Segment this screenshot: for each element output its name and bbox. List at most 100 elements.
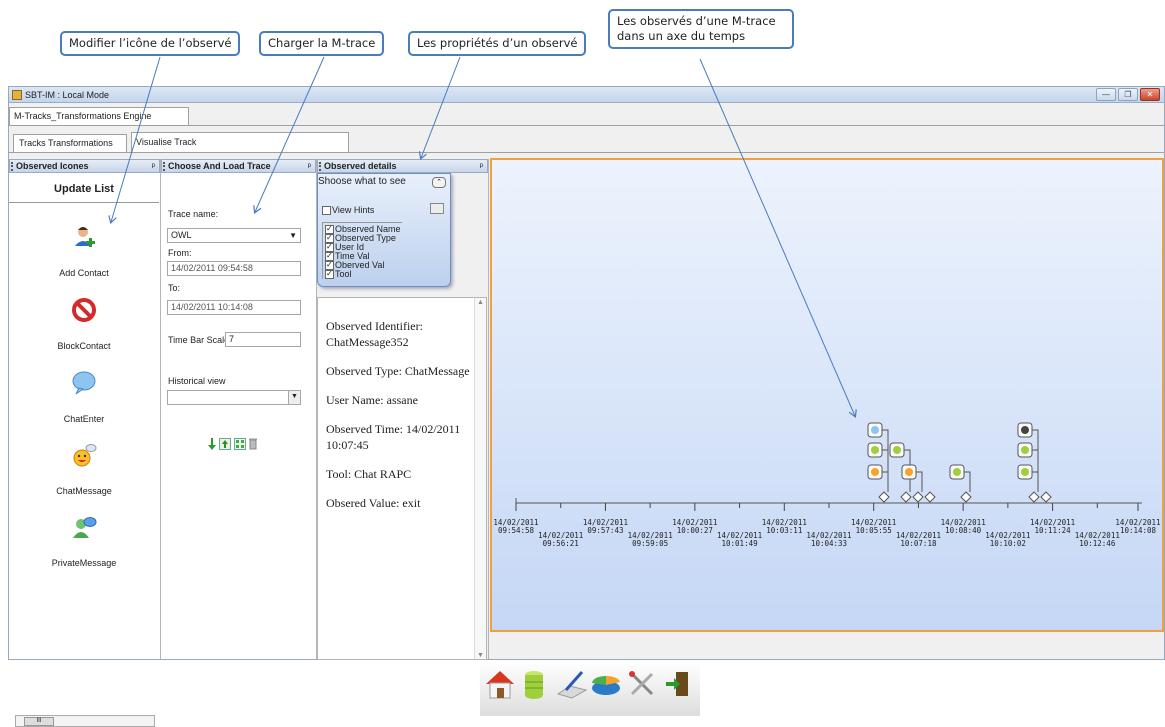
detail-value: Obsered Value: exit <box>326 496 421 510</box>
timeline-canvas[interactable]: 14/02/2011 09:54:58 14/02/2011 09:56:21 14/0… <box>490 158 1164 632</box>
grip-icon <box>11 162 13 171</box>
time-bar-scale-label: Time Bar Scale: <box>168 335 232 345</box>
timeline-tick-time: 10:00:27 <box>677 526 713 535</box>
timeline-tick-time: 09:54:58 <box>498 526 535 535</box>
view-hints-button[interactable] <box>430 203 444 214</box>
chart-icon[interactable] <box>590 668 622 700</box>
tools-icon[interactable] <box>626 668 658 700</box>
horizontal-scrollbar[interactable]: III <box>15 715 155 727</box>
observed-item-label: ChatEnter <box>63 414 105 424</box>
chat-bubble-icon <box>72 371 96 395</box>
observed-icons-panel: Observed Icones ᵖ Update List Add Contac… <box>9 159 161 727</box>
title-bar: SBT-IM : Local Mode — ❐ ✕ <box>9 87 1164 103</box>
chevron-down-icon: ▼ <box>288 391 300 404</box>
observed-item-label: ChatMessage <box>56 486 112 496</box>
option-tool[interactable]: Tool <box>325 269 402 279</box>
upload-icon[interactable] <box>219 438 231 450</box>
callout-load-trace: Charger la M-trace <box>259 31 385 56</box>
event-diamond[interactable] <box>900 491 912 503</box>
timeline-tick-time: 10:10:02 <box>990 539 1026 548</box>
scrollbar-thumb[interactable]: III <box>24 717 54 726</box>
detail-tool: Tool: Chat RAPC <box>326 467 412 481</box>
subtabs-divider <box>9 152 1164 153</box>
grip-icon <box>319 162 321 171</box>
timeline-svg: 14/02/201109:54:5814/02/201109:56:2114/0… <box>493 422 1161 548</box>
event-diamond[interactable] <box>912 491 924 503</box>
timeline-tick-time: 10:14:08 <box>1120 526 1157 535</box>
close-button[interactable]: ✕ <box>1140 88 1160 101</box>
observed-icons-header: Observed Icones ᵖ <box>9 159 160 173</box>
event-diamond[interactable] <box>1028 491 1040 503</box>
pin-icon[interactable]: ᵖ <box>152 160 155 172</box>
view-hints-checkbox[interactable]: View Hints <box>322 206 374 215</box>
pin-icon[interactable]: ᵖ <box>308 160 311 172</box>
timeline-tick-time: 10:05:55 <box>856 526 892 535</box>
event-diamond[interactable] <box>924 491 936 503</box>
trace-actions <box>208 438 257 450</box>
timeline-tick-time: 10:04:33 <box>811 539 847 548</box>
grid-icon[interactable] <box>234 438 246 450</box>
scroll-up-icon[interactable]: ▲ <box>475 298 486 306</box>
observed-item-chat-enter[interactable]: ChatEnter <box>9 370 159 424</box>
laptop-icon <box>953 468 961 476</box>
tab-tracks-transformations[interactable]: Tracks Transformations <box>13 134 127 152</box>
timeline-tick-time: 09:56:21 <box>543 539 579 548</box>
timeline-tick-time: 10:03:11 <box>766 526 802 535</box>
add-contact-icon <box>75 227 95 247</box>
exit-door-icon[interactable] <box>662 668 694 700</box>
private-message-icon <box>73 517 97 538</box>
to-field[interactable]: 14/02/2011 10:14:08 <box>167 300 301 315</box>
smile-icon <box>871 468 879 476</box>
event-diamond[interactable] <box>960 491 972 503</box>
from-label: From: <box>168 248 192 258</box>
laptop-icon <box>1021 468 1029 476</box>
observed-item-add-contact[interactable]: Add Contact <box>9 224 159 278</box>
tab-visualise-track[interactable]: Visualise Track <box>131 132 349 152</box>
chat-icon <box>871 426 879 434</box>
window-title: SBT-IM : Local Mode <box>25 90 110 100</box>
delete-icon[interactable] <box>249 438 257 450</box>
laptop-icon <box>871 446 879 454</box>
event-diamond[interactable] <box>1040 491 1052 503</box>
minimize-button[interactable]: — <box>1096 88 1116 101</box>
timeline-tick-time: 10:08:40 <box>945 526 982 535</box>
chooser-title: Shoose what to see <box>318 176 406 187</box>
time-bar-scale-input[interactable]: 7 <box>225 332 301 347</box>
historical-view-select[interactable]: ▼ <box>167 390 301 405</box>
observed-details-header: Observed details ᵖ <box>317 159 488 173</box>
observed-icons-title: Observed Icones <box>16 161 89 171</box>
event-connector <box>882 449 889 492</box>
database-icon[interactable] <box>520 668 552 700</box>
home-icon[interactable] <box>484 668 516 700</box>
to-label: To: <box>168 283 181 293</box>
block-icon <box>1021 426 1029 434</box>
event-connector <box>882 471 889 492</box>
vertical-scrollbar[interactable]: ▲ ▼ <box>474 298 486 659</box>
edit-icon[interactable] <box>556 668 588 700</box>
update-list-button[interactable]: Update List <box>9 175 159 203</box>
pin-icon[interactable]: ᵖ <box>480 160 483 172</box>
details-content: Observed Identifier: ChatMessage352 Obse… <box>317 297 487 660</box>
event-diamond[interactable] <box>878 491 890 503</box>
event-connector <box>1032 471 1039 492</box>
from-field[interactable]: 14/02/2011 09:54:58 <box>167 261 301 276</box>
observed-item-block-contact[interactable]: BlockContact <box>9 297 159 351</box>
timeline-tick-time: 10:07:18 <box>900 539 937 548</box>
timeline-tick-time: 10:12:46 <box>1079 539 1116 548</box>
laptop-icon <box>1021 446 1029 454</box>
callout-timeline-line1: Les observés d’une M-trace <box>617 14 776 28</box>
observed-item-label: PrivateMessage <box>51 558 117 568</box>
options-list: Observed Name Observed Type User Id Time… <box>322 222 402 279</box>
observed-details-title: Observed details <box>324 161 397 171</box>
tab-engine[interactable]: M-Tracks_Transformations Engine <box>9 107 189 125</box>
maximize-button[interactable]: ❐ <box>1118 88 1138 101</box>
detail-user: User Name: assane <box>326 393 418 407</box>
trace-name-select[interactable]: OWL ▼ <box>167 228 301 243</box>
tabs-divider <box>9 125 1164 126</box>
collapse-icon[interactable]: ⌃ <box>432 177 446 188</box>
observed-item-private-message[interactable]: PrivateMessage <box>9 514 159 568</box>
observed-item-chat-message[interactable]: ChatMessage <box>9 442 159 496</box>
load-arrow-icon[interactable] <box>208 438 216 450</box>
scroll-down-icon[interactable]: ▼ <box>475 651 486 659</box>
choose-trace-header: Choose And Load Trace ᵖ <box>161 159 316 173</box>
